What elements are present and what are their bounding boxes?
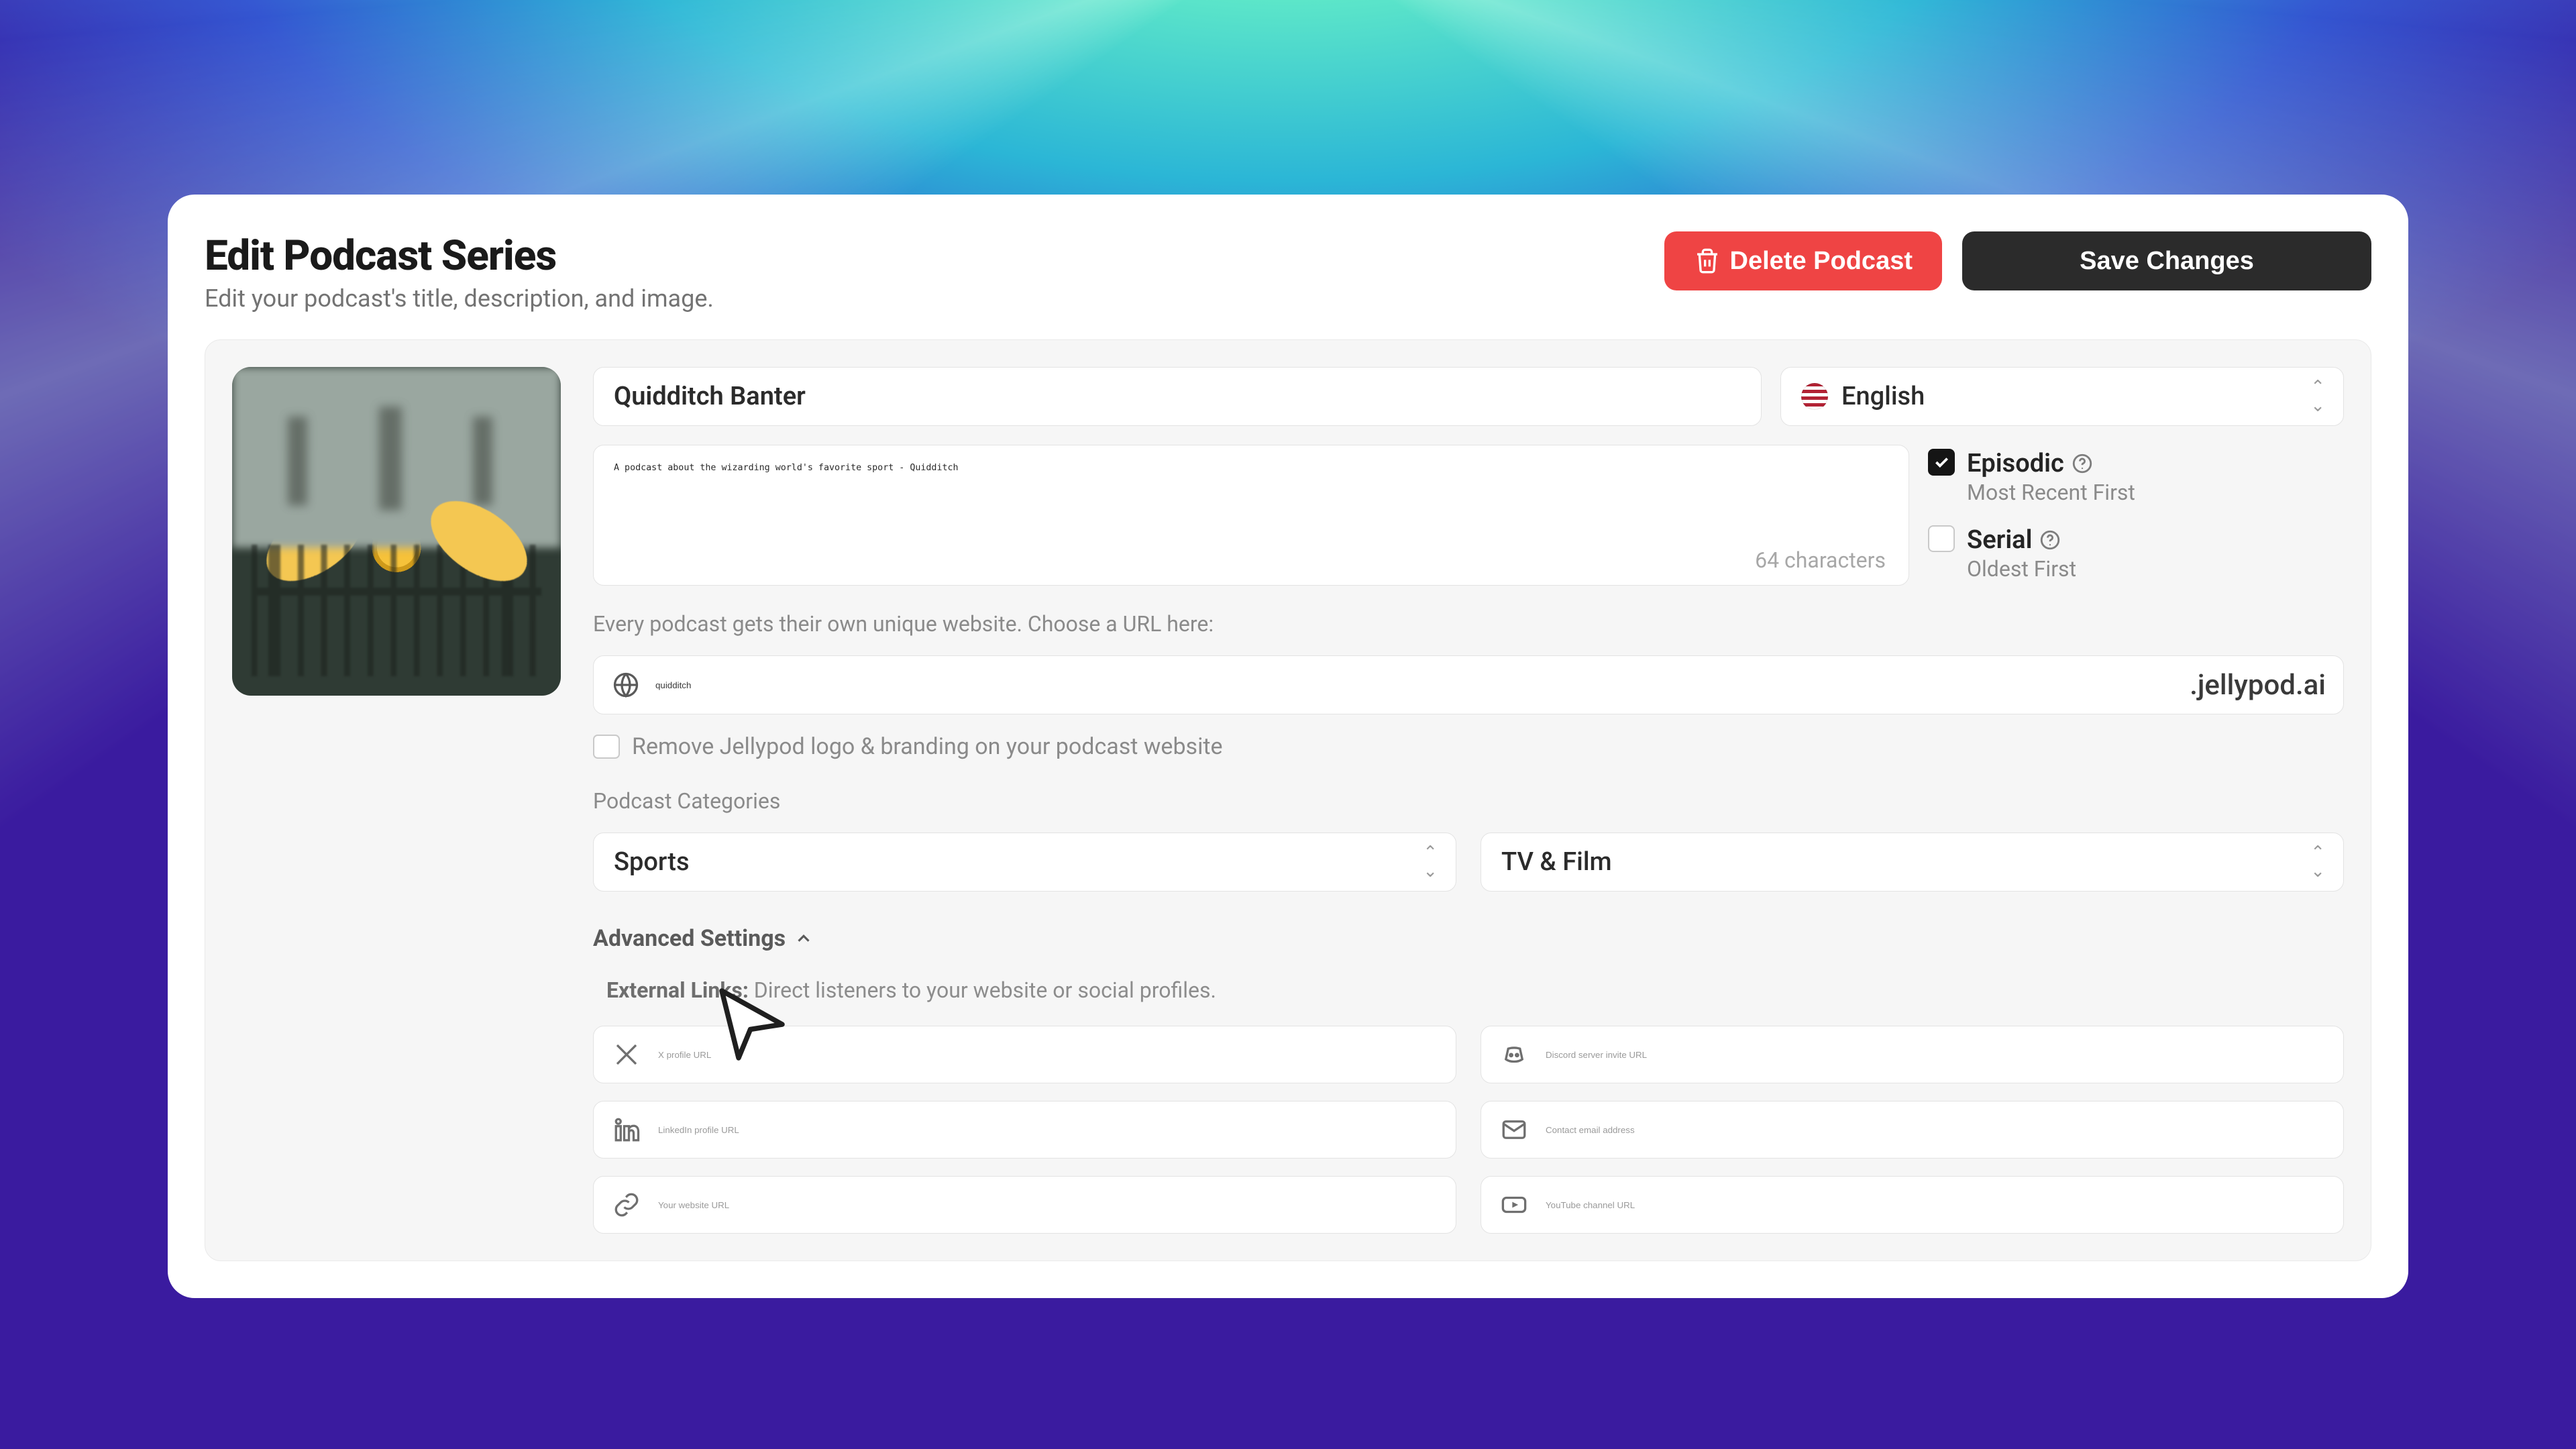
- category-secondary-select[interactable]: TV & Film ⌃⌄: [1481, 833, 2344, 892]
- x-url-input[interactable]: [658, 1050, 1437, 1060]
- linkedin-icon: [612, 1116, 641, 1144]
- chevron-updown-icon: ⌃⌄: [2310, 378, 2323, 415]
- episodic-text: Episodic Most Recent First: [1967, 449, 2135, 505]
- category-primary-value: Sports: [614, 847, 690, 877]
- podcast-description-input[interactable]: [614, 463, 1888, 543]
- website-url-wrap: .jellypod.ai: [593, 655, 2344, 714]
- language-select[interactable]: English ⌃⌄: [1780, 367, 2344, 426]
- contact-email-input-wrap: [1481, 1101, 2344, 1159]
- advanced-settings-toggle[interactable]: Advanced Settings: [593, 925, 2344, 952]
- save-changes-label: Save Changes: [2080, 247, 2254, 276]
- remove-branding-label: Remove Jellypod logo & branding on your …: [632, 733, 1223, 760]
- remove-branding-checkbox[interactable]: [593, 735, 620, 759]
- external-links-label: External Links: Direct listeners to your…: [606, 977, 2344, 1003]
- help-icon[interactable]: [2071, 452, 2094, 475]
- linkedin-url-input-wrap: [593, 1101, 1456, 1159]
- serial-title-row: Serial: [1967, 525, 2076, 555]
- mail-icon: [1500, 1116, 1528, 1144]
- link-icon: [612, 1191, 641, 1219]
- ordering-options: Episodic Most Recent First: [1928, 445, 2344, 586]
- linkedin-url-input[interactable]: [658, 1125, 1437, 1135]
- page-title: Edit Podcast Series: [205, 231, 714, 280]
- discord-url-input-wrap: [1481, 1026, 2344, 1083]
- discord-url-input[interactable]: [1546, 1050, 2324, 1060]
- card-header: Edit Podcast Series Edit your podcast's …: [205, 231, 2371, 313]
- website-hint: Every podcast gets their own unique webs…: [593, 611, 2344, 637]
- external-links-grid: [593, 1026, 2344, 1234]
- podcast-title-input-wrap: [593, 367, 1762, 426]
- advanced-settings-label: Advanced Settings: [593, 925, 786, 952]
- chevron-updown-icon: ⌃⌄: [1423, 844, 1436, 880]
- help-icon[interactable]: [2039, 529, 2061, 551]
- description-wrap: 64 characters: [593, 445, 1909, 586]
- chevron-up-icon: [794, 928, 814, 949]
- discord-icon: [1500, 1040, 1528, 1069]
- podcast-title-input[interactable]: [614, 382, 1741, 411]
- category-primary-select[interactable]: Sports ⌃⌄: [593, 833, 1456, 892]
- website-url-input-wrap: [593, 1176, 1456, 1234]
- serial-title: Serial: [1967, 525, 2032, 555]
- ordering-episodic-row[interactable]: Episodic Most Recent First: [1928, 449, 2344, 505]
- website-suffix: .jellypod.ai: [2190, 669, 2326, 702]
- globe-icon: [611, 670, 641, 700]
- categories-label: Podcast Categories: [593, 788, 2344, 814]
- ordering-serial-row[interactable]: Serial Oldest First: [1928, 525, 2344, 582]
- trash-icon: [1694, 248, 1721, 274]
- description-char-count: 64 characters: [1752, 543, 1888, 580]
- episodic-sub: Most Recent First: [1967, 480, 2135, 505]
- content-panel: English ⌃⌄ 64 characters: [205, 339, 2371, 1261]
- page-subtitle: Edit your podcast's title, description, …: [205, 284, 714, 313]
- episodic-title-row: Episodic: [1967, 449, 2135, 478]
- external-links-rest: Direct listeners to your website or soci…: [749, 977, 1216, 1003]
- website-slug-input[interactable]: [655, 680, 2175, 690]
- fields-column: English ⌃⌄ 64 characters: [593, 367, 2344, 1234]
- flag-us-icon: [1801, 383, 1828, 410]
- x-icon: [612, 1040, 641, 1069]
- delete-podcast-label: Delete Podcast: [1730, 247, 1913, 276]
- contact-email-input[interactable]: [1546, 1125, 2324, 1135]
- x-url-input-wrap: [593, 1026, 1456, 1083]
- chevron-updown-icon: ⌃⌄: [2310, 844, 2323, 880]
- language-value: English: [1841, 382, 1925, 411]
- header-actions: Delete Podcast Save Changes: [1664, 231, 2371, 290]
- episodic-title: Episodic: [1967, 449, 2064, 478]
- check-icon: [1933, 453, 1950, 471]
- youtube-url-input-wrap: [1481, 1176, 2344, 1234]
- save-changes-button[interactable]: Save Changes: [1962, 231, 2371, 290]
- serial-text: Serial Oldest First: [1967, 525, 2076, 582]
- podcast-artwork[interactable]: [232, 367, 561, 696]
- delete-podcast-button[interactable]: Delete Podcast: [1664, 231, 1942, 290]
- external-links-prefix: External Links:: [606, 977, 749, 1003]
- category-secondary-value: TV & Film: [1501, 847, 1612, 877]
- episodic-checkbox[interactable]: [1928, 449, 1955, 476]
- youtube-icon: [1500, 1191, 1528, 1219]
- serial-sub: Oldest First: [1967, 556, 2076, 582]
- serial-checkbox[interactable]: [1928, 525, 1955, 552]
- header-text-block: Edit Podcast Series Edit your podcast's …: [205, 231, 714, 313]
- website-url-input[interactable]: [658, 1200, 1437, 1210]
- remove-branding-row[interactable]: Remove Jellypod logo & branding on your …: [593, 733, 2344, 760]
- youtube-url-input[interactable]: [1546, 1200, 2324, 1210]
- edit-podcast-card: Edit Podcast Series Edit your podcast's …: [168, 195, 2408, 1298]
